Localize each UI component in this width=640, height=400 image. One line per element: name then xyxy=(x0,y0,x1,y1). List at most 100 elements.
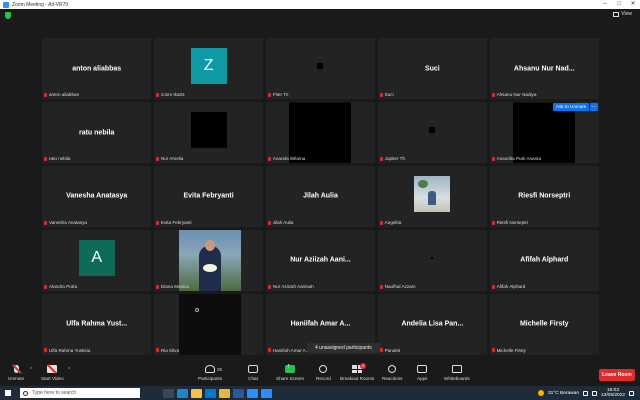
share-screen-button[interactable]: Share Screen xyxy=(276,363,305,381)
chat-button[interactable]: Chat xyxy=(248,365,258,381)
record-button[interactable]: Record xyxy=(316,365,331,381)
zoom-icon[interactable] xyxy=(247,388,258,398)
ask-to-unmute-button[interactable]: Ask to Unmute xyxy=(553,103,590,111)
clock[interactable]: 16:03 13/05/2022 xyxy=(601,388,625,398)
whiteboards-button[interactable]: Whiteboards xyxy=(444,365,470,381)
participant-display-name: Andelia Lisa Pan... xyxy=(401,320,464,328)
participant-tile[interactable]: Fiter Tri xyxy=(265,38,376,100)
participant-name-label: Riesfi Norseptri xyxy=(491,220,528,225)
participant-tile[interactable]: Ria Silva xyxy=(153,293,264,355)
muted-mic-icon xyxy=(491,348,495,353)
start-video-button[interactable]: Start Video xyxy=(41,365,64,381)
muted-mic-icon xyxy=(44,348,47,353)
breakout-badge: 4 xyxy=(360,363,367,369)
system-tray: 31°C Berawan 16:03 13/05/2022 xyxy=(538,388,640,398)
close-button[interactable]: ✕ xyxy=(626,0,640,9)
participant-name: Diana Monica xyxy=(160,284,189,290)
participant-tile[interactable]: Suci Suci xyxy=(377,38,488,100)
search-placeholder: Type here to search xyxy=(32,390,77,396)
window-controls: – □ ✕ xyxy=(598,0,640,9)
taskbar-apps xyxy=(160,388,272,398)
participant-name: Suci xyxy=(384,92,394,98)
video-options-caret[interactable]: ^ xyxy=(68,367,70,373)
participant-tile[interactable]: Jilah Aulia Jilah Aulia xyxy=(265,165,376,228)
apps-button[interactable]: Apps xyxy=(417,365,427,381)
participant-tile[interactable]: Zzoom Ika04 xyxy=(153,38,264,100)
participant-tile[interactable]: Ahsanu Nur Nad... Ahsanu Nur Nadiya xyxy=(489,38,599,100)
participant-name: Ananda Wilama xyxy=(272,156,306,162)
muted-mic-icon xyxy=(379,284,383,289)
participant-name-label: Alandra Putra xyxy=(44,284,77,289)
participant-display-name: Ahsanu Nur Nad... xyxy=(513,65,575,73)
breakout-rooms-label: Breakout Rooms xyxy=(340,376,375,381)
task-view-icon[interactable] xyxy=(163,388,174,398)
participant-tile[interactable]: Riesfi Norseptri Riesfi Norseptri xyxy=(489,165,599,228)
network-icon[interactable] xyxy=(582,390,588,396)
audio-options-caret[interactable]: ^ xyxy=(30,367,32,373)
gallery-view: anton aliabbas anton aliabbas Zzoom Ika04 F… xyxy=(42,38,599,355)
participant-display-name: Evita Febryanti xyxy=(183,192,234,200)
chrome-icon[interactable] xyxy=(219,388,230,398)
participant-tile[interactable]: Jupiter Th xyxy=(377,101,488,164)
reactions-button[interactable]: Reactions xyxy=(382,365,402,381)
participant-tile[interactable]: Nur Amelia xyxy=(153,101,264,164)
shield-icon[interactable] xyxy=(5,12,11,19)
leave-room-button[interactable]: Leave Room xyxy=(599,369,635,381)
participant-name-label: Suci xyxy=(379,92,394,98)
record-label: Record xyxy=(316,376,331,381)
participant-tile[interactable]: Afifah Alphard Afifah Alphard xyxy=(489,229,599,292)
participant-tile[interactable]: anton aliabbas anton aliabbas xyxy=(42,38,152,100)
word-icon[interactable] xyxy=(233,388,244,398)
participant-display-name: Suci xyxy=(424,65,440,73)
zoom-2-icon[interactable] xyxy=(261,388,272,398)
avatar: A xyxy=(78,239,115,276)
muted-mic-icon xyxy=(491,156,495,161)
participant-tile[interactable]: A Alandra Putra xyxy=(42,229,152,292)
window-title: Zoom Meeting - Alt-VR70 xyxy=(12,1,69,8)
breakout-rooms-button[interactable]: 4 Breakout Rooms xyxy=(340,363,375,381)
share-screen-label: Share Screen xyxy=(276,376,305,381)
participant-tile[interactable]: Angelita xyxy=(377,165,488,228)
edge-icon[interactable] xyxy=(177,388,188,398)
participant-display-name: Michelle Firsty xyxy=(519,320,569,328)
participant-tile[interactable]: Ananda Wilama xyxy=(265,101,376,164)
participant-tile[interactable]: ratu nebila ratu nebila xyxy=(42,101,152,164)
participant-tile[interactable]: Evita Febryanti Evita Febryanti xyxy=(153,165,264,228)
notifications-icon[interactable] xyxy=(629,390,634,396)
unmute-button[interactable]: Unmute xyxy=(8,365,24,381)
volume-icon[interactable] xyxy=(591,390,597,396)
participant-name: Fiter Tri xyxy=(272,92,289,98)
muted-mic-icon xyxy=(155,156,159,161)
participant-name: Ahsanu Nur Nadiya xyxy=(496,92,537,98)
participant-tile[interactable]: Nur Aziizah Aani... Nur Aziizah Aanisah xyxy=(265,229,376,292)
share-screen-icon xyxy=(285,363,296,373)
muted-mic-icon xyxy=(491,284,495,289)
start-button[interactable] xyxy=(0,386,16,400)
taskbar-search[interactable]: Type here to search xyxy=(20,388,140,398)
video-placeholder xyxy=(317,63,324,70)
participant-tile[interactable]: Diana Monica xyxy=(153,229,264,292)
participant-tile[interactable]: Ulfa Rahma Yust... Ulfa Rahma Yustisia xyxy=(42,293,152,355)
participant-name: Nur Aziizah Aanisah xyxy=(272,284,314,290)
file-explorer-icon[interactable] xyxy=(191,388,202,398)
more-options-button[interactable]: … xyxy=(590,103,598,111)
participant-name-label: Anandita Putri Ananta xyxy=(491,156,541,161)
participant-tile[interactable]: Anandita Putri Ananta xyxy=(489,101,599,164)
clock-date: 13/05/2022 xyxy=(600,393,625,398)
maximize-button[interactable]: □ xyxy=(612,0,626,9)
search-icon xyxy=(23,390,28,396)
minimize-button[interactable]: – xyxy=(598,0,612,9)
participant-name-label: anton aliabbas xyxy=(44,92,79,97)
store-icon[interactable] xyxy=(205,388,216,398)
participant-tile[interactable]: Naufhal Azzam xyxy=(377,229,488,292)
video-off-icon xyxy=(47,365,58,373)
weather-text[interactable]: 31°C Berawan xyxy=(548,391,579,396)
participant-tile[interactable]: Andelia Lisa Pan... Pandeti xyxy=(377,293,488,355)
start-video-label: Start Video xyxy=(41,376,64,381)
unassigned-participants-notice[interactable]: 4 unassigned participants xyxy=(307,343,380,353)
participant-name-label: Fiter Tri xyxy=(267,92,289,98)
participant-tile[interactable]: Michelle Firsty Michelle Firsty xyxy=(489,293,599,355)
participant-name: Pandeti xyxy=(384,347,401,353)
view-button[interactable]: View xyxy=(613,11,632,17)
participant-tile[interactable]: Vanesha Anatasya Vanesha Anatasya xyxy=(42,165,152,228)
